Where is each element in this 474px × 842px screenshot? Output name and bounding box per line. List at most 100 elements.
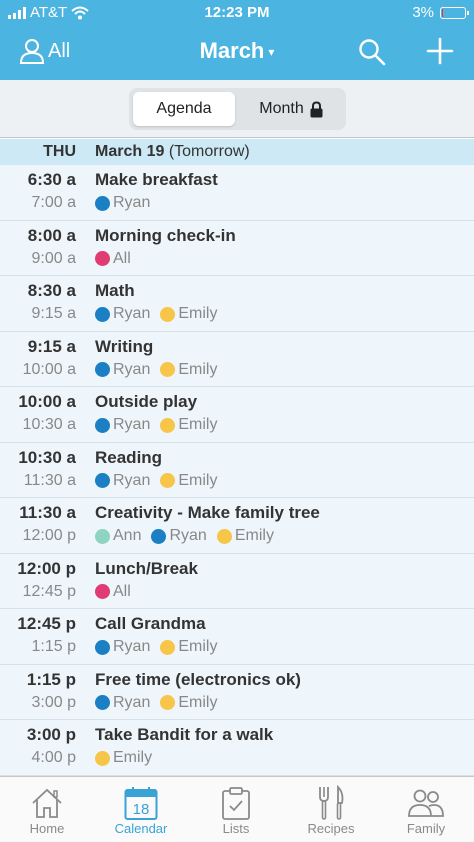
event-end-time: 12:00 p xyxy=(22,527,76,544)
calendar-badge: 18 xyxy=(133,801,150,818)
member-name: All xyxy=(113,249,131,267)
member-color-dot xyxy=(216,528,232,544)
clipboard-icon xyxy=(222,787,250,820)
member-name: Ryan xyxy=(169,527,207,544)
event-members: Ann Ryan Emily xyxy=(95,527,274,545)
status-time: 12:23 PM xyxy=(204,4,270,21)
event-start-time: 1:15 p xyxy=(26,669,76,689)
agenda-tab[interactable]: Agenda xyxy=(133,92,235,126)
member-color-dot xyxy=(160,417,176,433)
member-tag: All xyxy=(95,250,131,268)
people-icon xyxy=(408,789,444,817)
member-name: Ryan xyxy=(113,693,151,711)
tab-family[interactable]: Family xyxy=(386,785,466,836)
day-date: March 19 (Tomorrow) xyxy=(95,139,250,165)
member-color-dot xyxy=(160,362,176,377)
view-toggle: Agenda Month xyxy=(129,88,346,130)
tab-calendar[interactable]: 18 Calendar xyxy=(101,785,181,836)
member-name: Ryan xyxy=(113,305,151,322)
member-color-dot xyxy=(95,639,110,655)
member-name: Ryan xyxy=(113,194,151,211)
member-tag: Emily xyxy=(160,305,217,323)
event-title: Reading xyxy=(95,447,163,467)
agenda-row[interactable]: 1:15 p 3:00 p Free time (electronics ok) Ry… xyxy=(0,664,474,720)
member-name: All xyxy=(113,582,131,600)
member-name: Ryan xyxy=(113,638,151,655)
event-start-time: 8:30 a xyxy=(27,281,76,300)
agenda-row[interactable]: 12:45 p 1:15 p Call Grandma Ryan Emily xyxy=(0,609,474,665)
search-icon[interactable] xyxy=(358,38,386,66)
tab-home[interactable]: Home xyxy=(7,785,87,836)
event-members: Emily xyxy=(95,749,152,767)
member-color-dot xyxy=(151,528,167,544)
event-title: Make breakfast xyxy=(95,170,218,189)
member-color-dot xyxy=(95,528,110,544)
battery-icon xyxy=(440,6,469,19)
agenda-row[interactable]: 6:30 a 7:00 a Make breakfast Ryan xyxy=(0,165,474,221)
nav-bar: All March ▾ xyxy=(0,26,474,80)
day-note: (Tomorrow) xyxy=(168,143,250,160)
agenda-row[interactable]: 8:00 a 9:00 a Morning check-in All xyxy=(0,220,474,276)
member-tag: Ryan xyxy=(95,361,150,379)
agenda-row[interactable]: 3:00 p 4:00 p Take Bandit for a walk Emily xyxy=(0,720,474,776)
event-members: Ryan Emily xyxy=(95,361,217,379)
lock-icon xyxy=(310,100,323,117)
event-title: Morning check-in xyxy=(95,225,236,245)
member-color-dot xyxy=(95,251,110,266)
fork-knife-icon xyxy=(319,785,344,820)
agenda-row[interactable]: 10:00 a 10:30 a Outside play Ryan Emily xyxy=(0,387,474,443)
event-start-time: 8:00 a xyxy=(27,225,76,245)
day-date-label: March 19 xyxy=(95,143,165,160)
member-tag: Emily xyxy=(95,749,152,767)
member-tag: Ryan xyxy=(95,416,150,434)
event-end-time: 9:00 a xyxy=(31,249,76,267)
member-color-dot xyxy=(95,750,110,766)
agenda-row[interactable]: 8:30 a 9:15 a Math Ryan Emily xyxy=(0,276,474,332)
month-tab-label: Month xyxy=(259,100,304,117)
event-title: Free time (electronics ok) xyxy=(95,669,301,689)
agenda-row[interactable]: 10:30 a 11:30 a Reading Ryan Emily xyxy=(0,442,474,498)
event-end-time: 10:00 a xyxy=(22,360,76,378)
member-tag: Emily xyxy=(160,638,217,656)
member-color-dot xyxy=(95,306,110,322)
month-selector[interactable]: March ▾ xyxy=(0,38,474,64)
agenda-row[interactable]: 9:15 a 10:00 a Writing Ryan Emily xyxy=(0,331,474,387)
event-start-time: 11:30 a xyxy=(19,503,76,522)
agenda-row[interactable]: 12:00 p 12:45 p Lunch/Break All xyxy=(0,553,474,609)
member-tag: Emily xyxy=(160,694,217,712)
member-name: Emily xyxy=(178,638,218,655)
member-color-dot xyxy=(160,306,176,322)
day-of-week: THU xyxy=(43,143,76,160)
event-members: Ryan Emily xyxy=(95,472,217,490)
event-title: Math xyxy=(95,281,135,300)
status-right: 3% xyxy=(412,4,469,21)
member-color-dot xyxy=(160,639,176,655)
member-color-dot xyxy=(95,362,110,377)
member-name: Emily xyxy=(113,749,153,766)
agenda-list: 6:30 a 7:00 a Make breakfast Ryan 8:00 a 9:00… xyxy=(0,165,474,776)
event-end-time: 4:00 p xyxy=(31,749,76,766)
member-color-dot xyxy=(95,417,110,433)
tab-home-label: Home xyxy=(29,821,65,836)
tab-lists-label: Lists xyxy=(222,821,250,836)
add-icon[interactable] xyxy=(426,37,454,65)
member-color-dot xyxy=(95,695,110,710)
member-name: Emily xyxy=(178,471,218,489)
event-end-time: 9:15 a xyxy=(31,305,76,322)
member-name: Ann xyxy=(113,527,142,544)
member-tag: Ryan xyxy=(95,638,150,656)
event-start-time: 9:15 a xyxy=(27,336,76,356)
agenda-row[interactable]: 11:30 a 12:00 p Creativity - Make family t… xyxy=(0,498,474,554)
event-members: Ryan Emily xyxy=(95,416,217,434)
member-tag: All xyxy=(95,583,131,601)
tab-lists[interactable]: Lists xyxy=(196,785,276,836)
event-start-time: 6:30 a xyxy=(27,170,76,189)
event-end-time: 11:30 a xyxy=(23,471,76,489)
member-name: Ryan xyxy=(113,416,151,433)
member-tag: Emily xyxy=(160,472,217,490)
member-tag: Ryan xyxy=(95,305,150,323)
event-title: Lunch/Break xyxy=(95,558,198,578)
month-tab[interactable]: Month xyxy=(241,92,341,126)
event-end-time: 3:00 p xyxy=(31,693,76,711)
tab-recipes[interactable]: Recipes xyxy=(291,785,371,836)
